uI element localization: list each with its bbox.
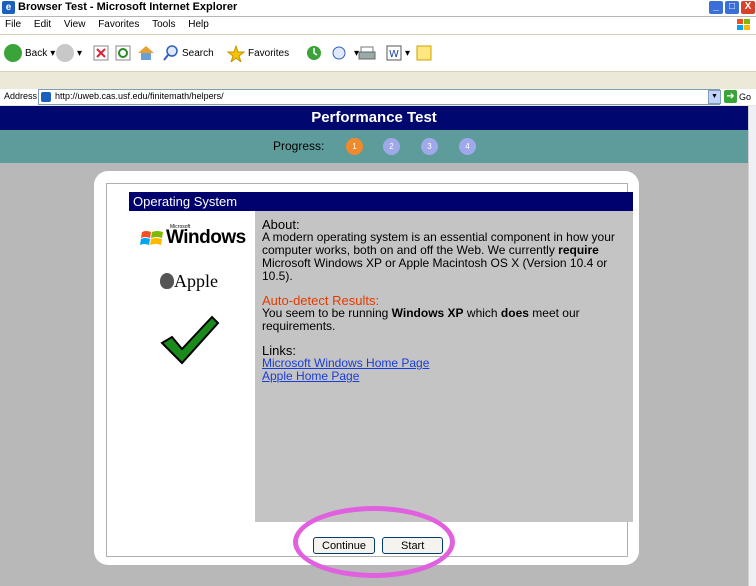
apple-logo-text: Apple: [174, 271, 218, 291]
menu-favorites[interactable]: Favorites: [93, 17, 144, 30]
windows-flag-icon: [140, 231, 163, 245]
progress-label: Progress:: [273, 139, 325, 153]
go-button[interactable]: ➜ Go: [724, 90, 751, 103]
vertical-scrollbar[interactable]: [748, 106, 756, 586]
checkmark-icon: [160, 315, 220, 365]
autodetect-text-2: which: [463, 306, 501, 320]
chevron-down-icon: ▾: [77, 47, 83, 59]
menu-file[interactable]: File: [0, 17, 26, 30]
stop-icon: [93, 45, 109, 61]
autodetect-os: Windows XP: [391, 306, 464, 320]
printer-icon: [358, 46, 376, 60]
about-text-2: Microsoft Windows XP or Apple Macintosh …: [262, 256, 608, 283]
menu-edit[interactable]: Edit: [29, 17, 56, 30]
autodetect-does: does: [500, 306, 529, 320]
window-title: Browser Test - Microsoft Internet Explor…: [18, 1, 238, 13]
mail-button[interactable]: ▾: [331, 43, 359, 63]
windows-flag-icon: [737, 19, 750, 30]
logos-panel: [129, 211, 254, 522]
edit-button[interactable]: W ▾: [386, 43, 410, 63]
title-bar: e Browser Test - Microsoft Internet Expl…: [0, 0, 756, 17]
history-button[interactable]: [305, 43, 323, 63]
browser-window: e Browser Test - Microsoft Internet Expl…: [0, 0, 756, 586]
mail-icon: [332, 46, 346, 60]
menu-view[interactable]: View: [59, 17, 91, 30]
windows-logo-text: Windows: [166, 227, 246, 248]
go-label: Go: [739, 91, 752, 102]
progress-step-2: 2: [383, 138, 400, 155]
progress-step-1: 1: [346, 138, 363, 155]
address-url: http://uweb.cas.usf.edu/finitemath/helpe…: [55, 91, 224, 101]
chevron-down-icon: ▾: [405, 47, 411, 59]
link-apple-home[interactable]: Apple Home Page: [262, 370, 626, 383]
print-button[interactable]: [358, 43, 376, 63]
back-label: Back: [25, 47, 48, 59]
menu-tools[interactable]: Tools: [147, 17, 180, 30]
favorites-label: Favorites: [248, 47, 290, 59]
address-dropdown-button[interactable]: ▼: [708, 90, 721, 104]
history-icon: [307, 46, 321, 60]
search-button[interactable]: Search: [163, 43, 214, 63]
minimize-button[interactable]: _: [709, 1, 723, 14]
back-button[interactable]: Back ▾: [4, 43, 55, 63]
about-bold: require: [558, 243, 599, 257]
menu-help[interactable]: Help: [183, 17, 214, 30]
forward-button[interactable]: ▾: [56, 43, 82, 63]
ie-icon: e: [2, 1, 15, 14]
page-header: Performance Test: [0, 106, 748, 130]
svg-text:W: W: [389, 49, 399, 60]
page-icon: [41, 92, 51, 102]
search-icon: [163, 45, 178, 61]
progress-step-4: 4: [459, 138, 476, 155]
maximize-button[interactable]: □: [725, 1, 739, 14]
search-label: Search: [182, 47, 214, 59]
word-icon: W: [386, 45, 402, 61]
forward-arrow-icon: [56, 44, 74, 62]
address-field[interactable]: http://uweb.cas.usf.edu/finitemath/helpe…: [38, 89, 720, 105]
progress-step-3: 3: [421, 138, 438, 155]
toolbar: Back ▾ ▾ Search Favorites ▾ W ▾: [0, 35, 756, 72]
back-arrow-icon: [4, 44, 22, 62]
highlight-ellipse: [293, 506, 455, 578]
address-bar: Address http://uweb.cas.usf.edu/finitema…: [0, 89, 756, 105]
notes-button[interactable]: [416, 43, 432, 63]
go-arrow-icon: ➜: [724, 90, 737, 103]
star-icon: [227, 44, 245, 62]
autodetect-text-1: You seem to be running: [262, 306, 392, 320]
address-label: Address: [4, 91, 38, 101]
menu-bar: File Edit View Favorites Tools Help: [0, 17, 756, 35]
apple-icon: [160, 273, 174, 289]
section-title: Operating System: [129, 192, 633, 211]
note-icon: [416, 45, 432, 61]
progress-bar: Progress: 1 2 3 4: [0, 130, 748, 163]
stop-button[interactable]: [93, 43, 109, 63]
favorites-button[interactable]: Favorites: [227, 43, 289, 63]
refresh-button[interactable]: [115, 43, 131, 63]
home-icon: [138, 46, 154, 60]
info-panel: About: A modern operating system is an e…: [255, 211, 633, 522]
close-button[interactable]: X: [741, 1, 755, 14]
chevron-down-icon: ▾: [50, 47, 56, 59]
refresh-icon: [115, 45, 131, 61]
apple-logo: Apple: [160, 271, 218, 292]
home-button[interactable]: [137, 43, 155, 63]
